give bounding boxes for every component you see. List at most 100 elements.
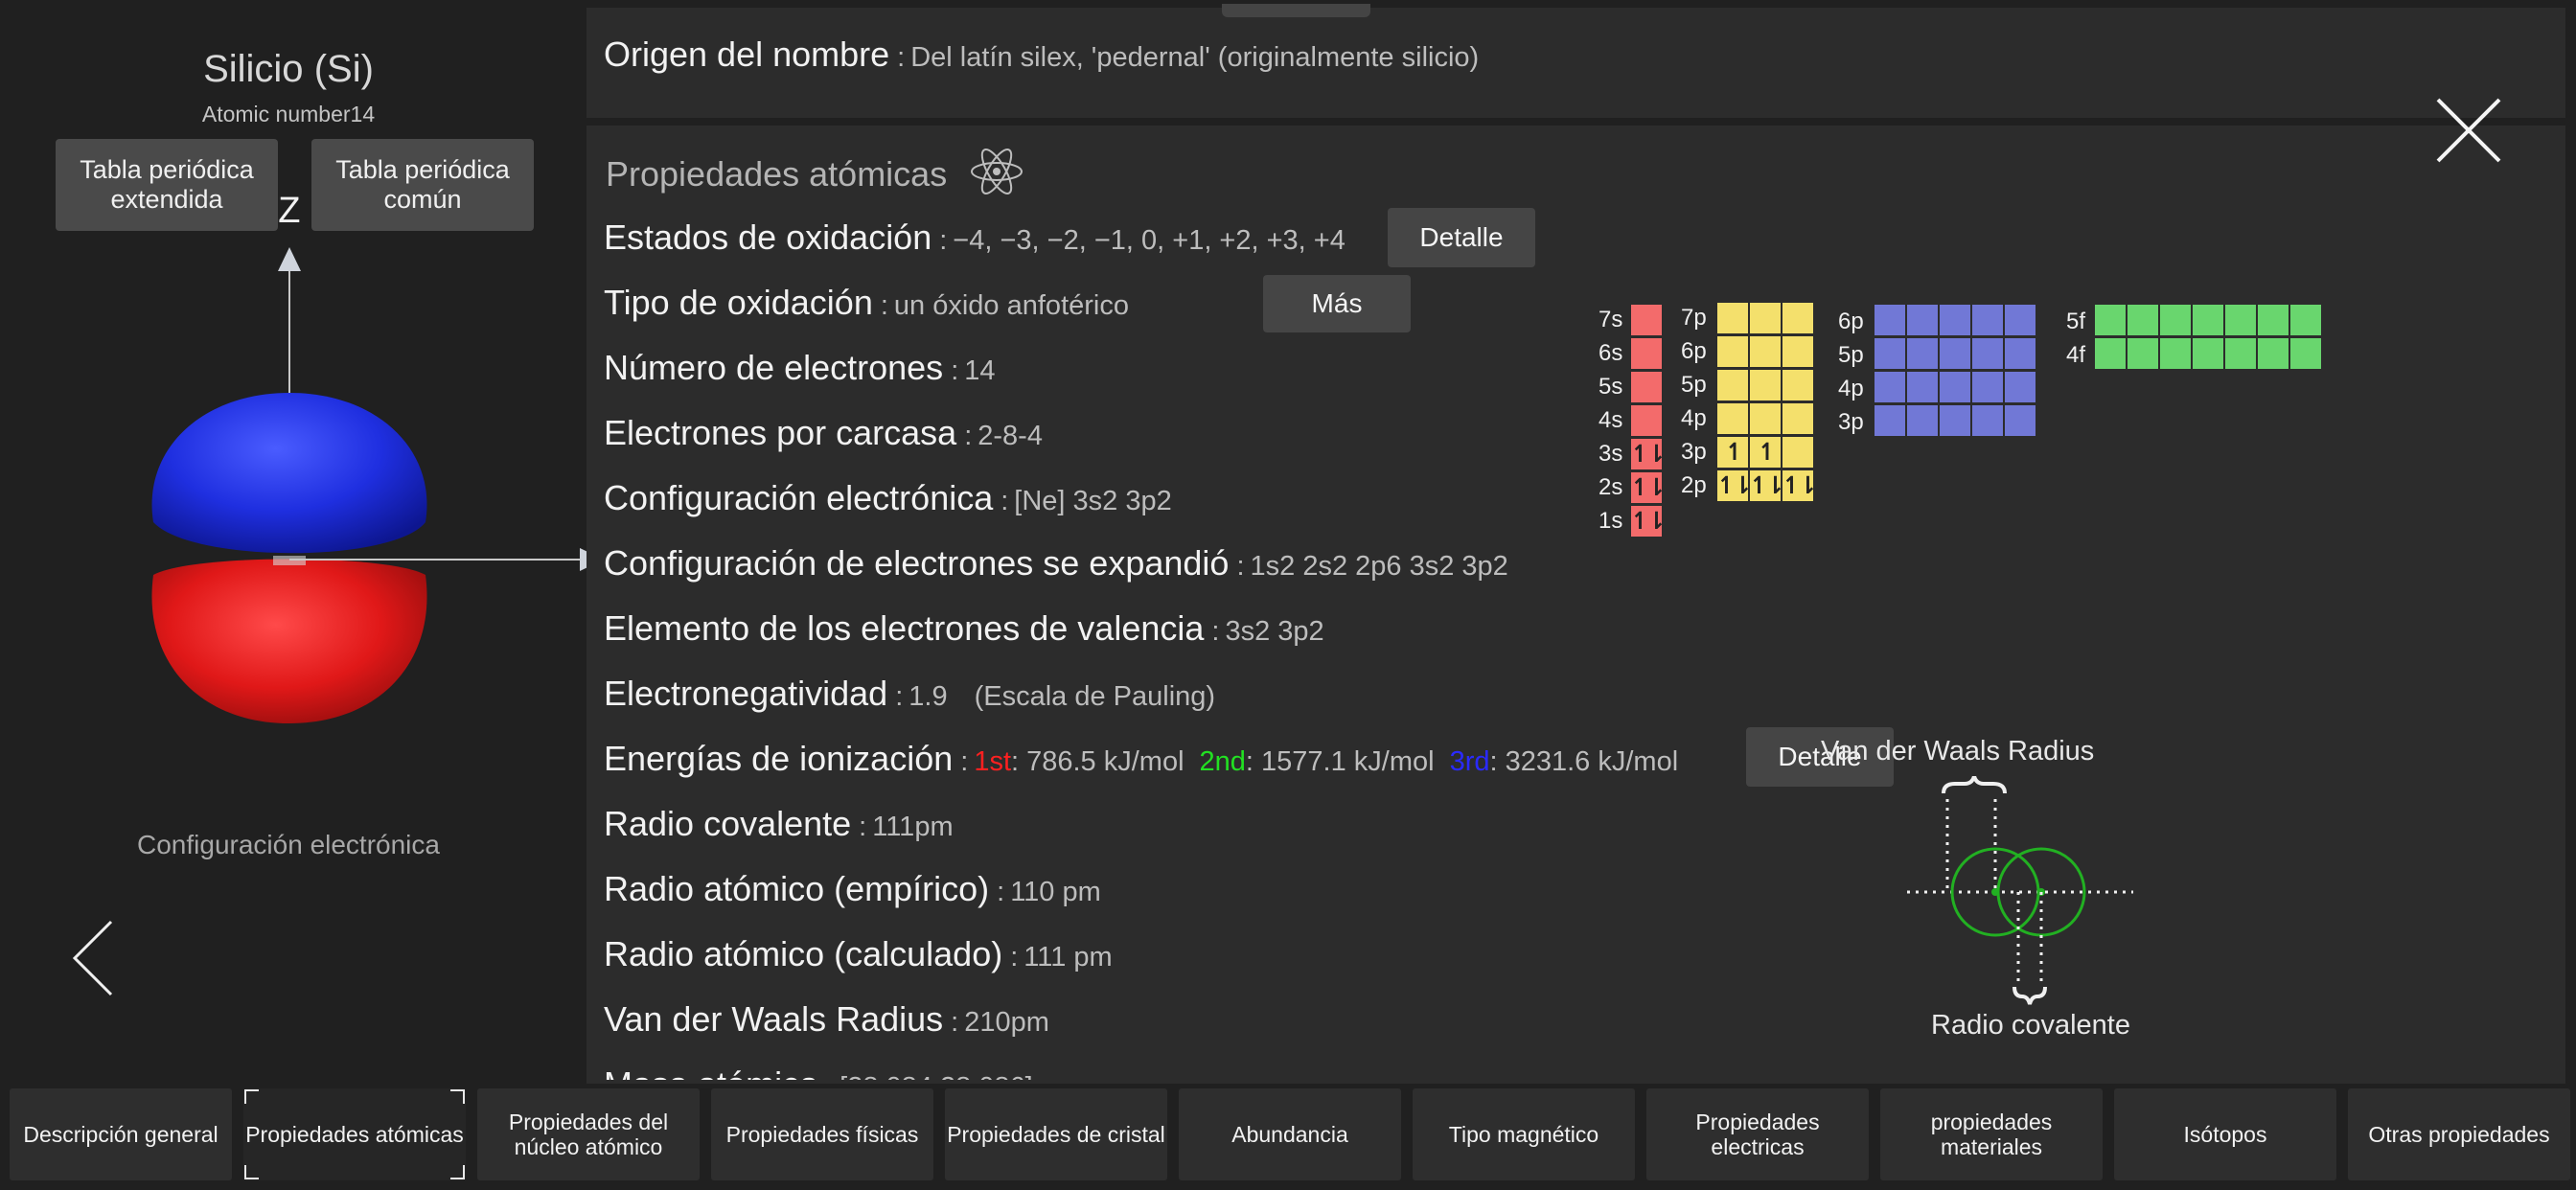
valence-config-row: Elemento de los electrones de valencia:3… [604,608,1324,649]
orbital-lobe-bottom [151,559,427,723]
separator: : [951,1007,959,1038]
common-periodic-table-button[interactable]: Tabla periódica común [311,139,534,231]
orbital-box-f [2160,305,2191,335]
orbital-lobe-top [151,393,427,554]
atomic-mass-label: Masa atómica [604,1064,818,1080]
orbital-box-4p [1717,403,1748,434]
orbital-label: 5s [1598,374,1623,400]
oxidation-type-row: Tipo de oxidación: un óxido anfotérico [604,283,1129,323]
orbital-label: 2p [1681,472,1707,498]
ionization-second-tag: 2nd [1199,746,1246,777]
orbital-box-d [1907,305,1938,335]
covalent-radius-value: 111pm [872,812,954,842]
name-origin-value: Del latín silex, 'pedernal' (originalmen… [910,42,1480,73]
orbital-box-d [1907,338,1938,369]
orbital-box-d [1972,338,2003,369]
tab-3[interactable]: Propiedades físicas [711,1088,933,1180]
oxidation-states-value: −4, −3, −2, −1, 0, +1, +2, +3, +4 [953,225,1346,256]
name-origin-row: Origen del nombre: Del latín silex, 'pede… [604,34,1479,75]
orbital-box-f [2258,338,2288,369]
tab-7[interactable]: Propiedades electricas [1646,1088,1869,1180]
valence-config-label: Elemento de los electrones de valencia [604,608,1205,648]
expanded-config-value: 1s2 2s2 2p6 3s2 3p2 [1250,551,1508,582]
orbital-box-3p [1782,437,1813,468]
orbital-box-f [2160,338,2191,369]
extended-periodic-table-button[interactable]: Tabla periódica extendida [56,139,278,231]
orbital-box-f [2193,338,2223,369]
orbital-label: 6p [1681,338,1707,364]
tab-0[interactable]: Descripción general [10,1088,232,1180]
atom-icon [971,149,1023,195]
oxidation-states-row: Estados de oxidación: −4, −3, −2, −1, 0, … [604,217,1346,258]
separator: : [951,355,959,386]
tab-8[interactable]: propiedades materiales [1880,1088,2103,1180]
orbital-box-d [1940,405,1970,436]
electron-count-value: 14 [964,355,996,386]
orbital-box-6p [1782,336,1813,367]
orbital-box-2s: ↿⇂ [1630,472,1667,503]
oxidation-detail-button[interactable]: Detalle [1388,208,1535,267]
orbital-label: 7s [1598,307,1623,332]
orbital-box-4p [1750,403,1781,434]
orbital-label: 4s [1598,407,1623,433]
orbital-filling-diagram: 7s 6s 5s 4s 3s 2s 1s ↿⇂ ↿⇂ ↿⇂ 7p 6p 5p 4… [1591,297,2338,546]
orbital-box-d [1907,405,1938,436]
orbital-box-5p [1717,370,1748,400]
orbital-box-1s: ↿⇂ [1630,506,1667,537]
oxidation-type-value: un óxido anfotérico [893,290,1129,321]
scroll-handle[interactable] [1222,4,1370,17]
electron-count-label: Número de electrones [604,348,944,387]
electron-config-value: [Ne] 3s2 3p2 [1014,486,1172,516]
expanded-config-row: Configuración de electrones se expandió:… [604,543,1508,584]
vdw-radius-value: 210pm [964,1007,1049,1038]
oxidation-more-button[interactable]: Más [1263,275,1411,332]
orbital-label: 5p [1681,372,1707,398]
covalent-radius-row: Radio covalente:111pm [604,804,954,844]
tab-4[interactable]: Propiedades de cristal [945,1088,1167,1180]
electron-config-row: Configuración electrónica: [Ne] 3s2 3p2 [604,478,1172,518]
bottom-tab-bar: Descripción general Propiedades atómicas P… [0,1088,2576,1190]
vdw-brace-icon [1942,776,2007,794]
orbital-box-7p [1717,303,1748,333]
covalent-brace-icon [2012,986,2047,1005]
electronegativity-row: Electronegatividad:1.9 (Escala de Pauling… [604,674,1215,714]
covalent-radius-label: Radio covalente [604,804,852,843]
orbital-box-6p [1750,336,1781,367]
orbital-box-f [2193,305,2223,335]
atomic-mass-row: Masa atómica: [28.084,28.086] [604,1064,1033,1080]
orbital-label: 4f [2066,342,2086,368]
tab-2[interactable]: Propiedades del núcleo atómico [477,1088,700,1180]
orbital-label: 3s [1598,441,1623,467]
orbital-box-d [2005,338,2036,369]
orbital-box-d [2005,405,2036,436]
previous-arrow-icon[interactable] [69,918,117,998]
orbital-box-6p [1717,336,1748,367]
orbital-box-4p [1782,403,1813,434]
orbital-box-d [2005,305,2036,335]
valence-config-value: 3s2 3p2 [1225,616,1324,647]
ionization-third-value: : 3231.6 kJ/mol [1489,746,1679,777]
orbital-label: 2s [1598,474,1623,500]
orbital-box-d [1874,338,1905,369]
close-icon[interactable] [2432,94,2505,167]
separator: : [1211,616,1220,647]
separator: : [997,877,1005,907]
separator: : [826,1072,834,1080]
ionization-row: Energías de ionización:1st: 786.5 kJ/mol… [604,739,1678,779]
name-origin-label: Origen del nombre [604,34,890,74]
z-axis-arrowhead [278,247,301,271]
orbital-box-7s [1631,305,1662,335]
separator: : [1236,551,1245,582]
oxidation-type-label: Tipo de oxidación [604,283,873,322]
orbital-label: 7p [1681,305,1707,331]
atomic-properties-content[interactable]: Propiedades atómicas Estados de oxidació… [586,126,2565,1080]
ionization-label: Energías de ionización [604,739,954,778]
ionization-second-value: : 1577.1 kJ/mol [1245,746,1435,777]
tab-5[interactable]: Abundancia [1179,1088,1401,1180]
tab-10[interactable]: Otras propiedades [2348,1088,2570,1180]
orbital-box-f [2290,305,2321,335]
tab-6[interactable]: Tipo magnético [1413,1088,1635,1180]
separator: : [895,681,904,712]
orbital-box-7p [1750,303,1781,333]
tab-9[interactable]: Isótopos [2114,1088,2336,1180]
